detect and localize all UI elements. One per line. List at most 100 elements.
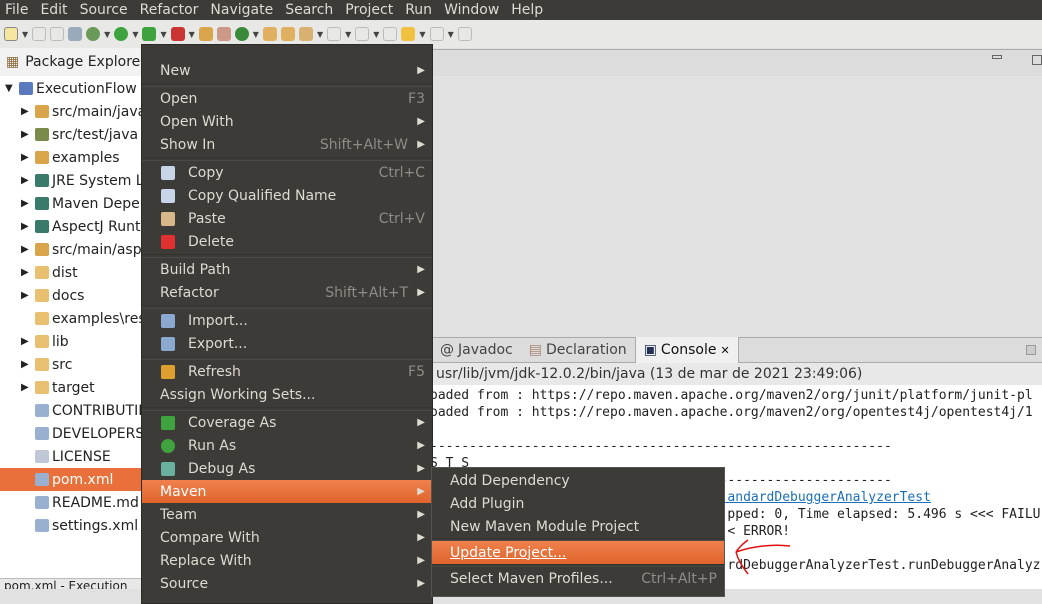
chevron-down-icon[interactable]: ▼ (160, 30, 166, 39)
next-annotation-icon[interactable] (327, 27, 342, 41)
last-edit-icon[interactable] (383, 27, 398, 41)
forward-icon[interactable] (429, 27, 444, 41)
menu-item-label: Refactor (160, 284, 219, 301)
menu-item-select-maven-profiles[interactable]: Select Maven Profiles... Ctrl+Alt+P (432, 567, 724, 590)
menu-item-build-path[interactable]: Build Path ▶ (142, 258, 432, 281)
expand-arrow-icon[interactable]: ▶ (21, 198, 29, 209)
run-external-icon[interactable] (170, 27, 185, 41)
menu-refactor[interactable]: Refactor (140, 2, 199, 18)
submenu-arrow-icon: ▶ (417, 264, 425, 275)
chevron-down-icon[interactable]: ▼ (189, 30, 195, 39)
menu-item-update-project[interactable]: Update Project... (432, 541, 724, 564)
menu-item-compare-with[interactable]: Compare With ▶ (142, 526, 432, 549)
menu-item-new-maven-module-project[interactable]: New Maven Module Project (432, 515, 724, 538)
tab-label: Javadoc (458, 342, 513, 358)
expand-arrow-icon[interactable]: ▶ (21, 244, 29, 255)
chevron-down-icon[interactable]: ▼ (22, 30, 28, 39)
expand-arrow-icon[interactable]: ▶ (21, 152, 29, 163)
menu-item-copy[interactable]: Copy Ctrl+C (142, 161, 432, 184)
expand-arrow-icon[interactable]: ▶ (21, 129, 29, 140)
menu-item-assign-working-sets[interactable]: Assign Working Sets... (142, 383, 432, 406)
menu-item-show-in[interactable]: Show In Shift+Alt+W ▶ (142, 133, 432, 156)
file-icon (35, 427, 49, 440)
minimize-icon[interactable] (1026, 345, 1036, 355)
minimize-icon[interactable] (992, 55, 1002, 59)
chevron-down-icon[interactable]: ▼ (345, 30, 351, 39)
expand-arrow-icon[interactable]: ▶ (21, 359, 29, 370)
menu-run[interactable]: Run (405, 2, 432, 18)
menu-item-add-plugin[interactable]: Add Plugin (432, 492, 724, 515)
expand-arrow-icon[interactable]: ▶ (21, 175, 29, 186)
menu-item-export[interactable]: Export... (142, 332, 432, 355)
expand-arrow-icon[interactable]: ▶ (21, 221, 29, 232)
menu-item-delete[interactable]: Delete (142, 230, 432, 253)
chevron-down-icon[interactable]: ▼ (419, 30, 425, 39)
open-type-icon[interactable] (262, 27, 277, 41)
expand-arrow-icon[interactable]: ▶ (21, 106, 29, 117)
chevron-down-icon[interactable]: ▼ (448, 30, 454, 39)
menu-item-debug-as[interactable]: Debug As ▶ (142, 457, 432, 480)
tree-item-label: pom.xml (52, 471, 114, 488)
chevron-down-icon[interactable]: ▼ (373, 30, 379, 39)
package-folder-icon (35, 105, 49, 118)
menu-item-source[interactable]: Source ▶ (142, 572, 432, 595)
chevron-down-icon[interactable]: ▼ (253, 30, 259, 39)
menu-item-new[interactable]: New ▶ (142, 59, 432, 82)
tab-declaration[interactable]: ▤ Declaration (521, 337, 635, 363)
menu-file[interactable]: File (5, 2, 28, 18)
menu-item-open-with[interactable]: Open With ▶ (142, 110, 432, 133)
menu-item-paste[interactable]: Paste Ctrl+V (142, 207, 432, 230)
menu-item-team[interactable]: Team ▶ (142, 503, 432, 526)
coverage-icon[interactable] (142, 27, 157, 41)
menu-item-add-dependency[interactable]: Add Dependency (432, 469, 724, 492)
maximize-icon[interactable] (1032, 55, 1042, 65)
menu-edit[interactable]: Edit (40, 2, 67, 18)
menu-item-refresh[interactable]: Refresh F5 (142, 360, 432, 383)
chevron-down-icon[interactable]: ▼ (104, 30, 110, 39)
chevron-down-icon[interactable]: ▼ (317, 30, 323, 39)
search-icon[interactable] (298, 27, 313, 41)
expand-arrow-icon[interactable]: ▶ (21, 290, 29, 301)
menu-item-maven[interactable]: Maven ▶ (142, 480, 432, 503)
menu-source[interactable]: Source (80, 2, 128, 18)
tab-console[interactable]: ▣ Console ✕ (634, 337, 739, 363)
chevron-down-icon[interactable]: ▼ (132, 30, 138, 39)
pin-editor-icon[interactable] (457, 27, 472, 41)
menu-project[interactable]: Project (345, 2, 393, 18)
new-icon[interactable] (4, 27, 18, 41)
menu-item-replace-with[interactable]: Replace With ▶ (142, 549, 432, 572)
new-class-icon[interactable] (234, 27, 249, 41)
menu-item-coverage-as[interactable]: Coverage As ▶ (142, 411, 432, 434)
debug-icon[interactable] (86, 27, 101, 41)
save-all-icon[interactable] (50, 27, 65, 41)
save-icon[interactable] (32, 27, 47, 41)
back-icon[interactable] (401, 27, 416, 41)
tree-item-label: settings.xml (52, 517, 139, 534)
menu-help[interactable]: Help (511, 2, 543, 18)
prev-annotation-icon[interactable] (355, 27, 370, 41)
open-task-icon[interactable] (280, 27, 295, 41)
submenu-arrow-icon: ▶ (417, 116, 425, 127)
file-icon (35, 496, 49, 509)
menu-search[interactable]: Search (285, 2, 333, 18)
new-aspect-icon[interactable] (198, 27, 213, 41)
menu-navigate[interactable]: Navigate (210, 2, 273, 18)
menu-window[interactable]: Window (444, 2, 499, 18)
close-icon[interactable]: ✕ (721, 344, 730, 357)
file-icon (35, 519, 49, 532)
expand-arrow-icon[interactable]: ▶ (21, 336, 29, 347)
menu-item-import[interactable]: Import... (142, 309, 432, 332)
tree-item-label: src/main/java (52, 103, 147, 120)
tab-javadoc[interactable]: @ Javadoc (432, 337, 521, 363)
project-label: ExecutionFlow [ (36, 80, 147, 97)
menu-item-refactor[interactable]: Refactor Shift+Alt+T ▶ (142, 281, 432, 304)
menu-item-run-as[interactable]: Run As ▶ (142, 434, 432, 457)
menu-item-copy-qualified-name[interactable]: Copy Qualified Name (142, 184, 432, 207)
expand-arrow-icon[interactable]: ▶ (21, 382, 29, 393)
run-icon[interactable] (114, 27, 129, 41)
collapse-arrow-icon[interactable]: ▼ (5, 83, 13, 94)
menu-item-open[interactable]: Open F3 (142, 87, 432, 110)
new-package-icon[interactable] (216, 27, 231, 41)
skip-breakpoints-icon[interactable] (68, 27, 83, 41)
expand-arrow-icon[interactable]: ▶ (21, 267, 29, 278)
